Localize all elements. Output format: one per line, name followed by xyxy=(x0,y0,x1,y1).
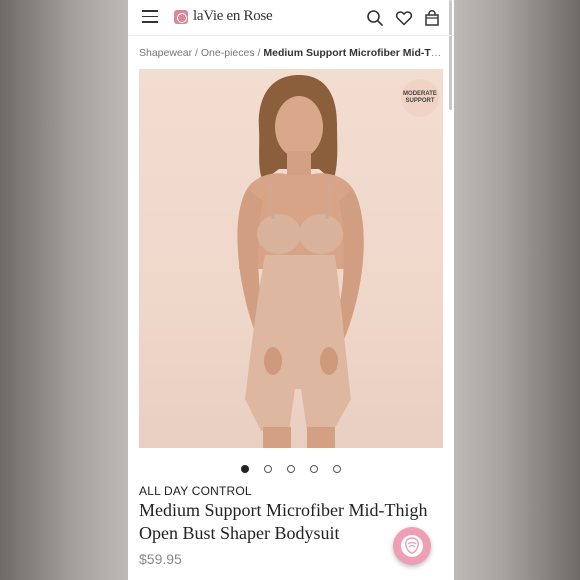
breadcrumb-item-one-pieces[interactable]: One-pieces xyxy=(201,47,255,59)
carousel-dot-4[interactable] xyxy=(310,465,318,473)
breadcrumb-current: Medium Support Microfiber Mid-Thigh O... xyxy=(263,47,445,59)
carousel-dot-1[interactable] xyxy=(241,465,249,473)
logo[interactable]: laVie en Rose xyxy=(174,8,273,25)
rose-icon xyxy=(401,535,423,557)
menu-icon[interactable] xyxy=(142,10,158,23)
rose-logo-icon xyxy=(174,9,188,24)
carousel-dot-5[interactable] xyxy=(333,465,341,473)
support-badge: MODERATE SUPPORT xyxy=(401,79,439,117)
product-collection: ALL DAY CONTROL xyxy=(139,484,252,498)
product-image[interactable]: MODERATE SUPPORT xyxy=(139,69,443,448)
phone-screen: laVie en Rose Shapewear / One-pieces / M… xyxy=(128,0,454,580)
carousel-dot-2[interactable] xyxy=(264,465,272,473)
model-illustration xyxy=(237,75,364,448)
breadcrumb-item-shapewear[interactable]: Shapewear xyxy=(139,47,192,59)
logo-text: laVie en Rose xyxy=(193,8,273,24)
heart-icon[interactable] xyxy=(395,9,413,27)
search-icon[interactable] xyxy=(366,9,384,27)
breadcrumb-separator: / xyxy=(192,47,201,59)
product-price: $59.95 xyxy=(139,551,182,567)
badge-line-2: SUPPORT xyxy=(405,98,435,104)
carousel-dot-3[interactable] xyxy=(287,465,295,473)
background-left xyxy=(0,0,128,580)
background-right xyxy=(454,0,580,580)
bag-icon[interactable] xyxy=(423,9,441,27)
badge-line-1: MODERATE xyxy=(403,91,437,97)
header: laVie en Rose xyxy=(128,0,454,36)
chat-button[interactable] xyxy=(393,527,431,565)
carousel-dots xyxy=(128,465,454,473)
breadcrumb: Shapewear / One-pieces / Medium Support … xyxy=(139,47,445,59)
